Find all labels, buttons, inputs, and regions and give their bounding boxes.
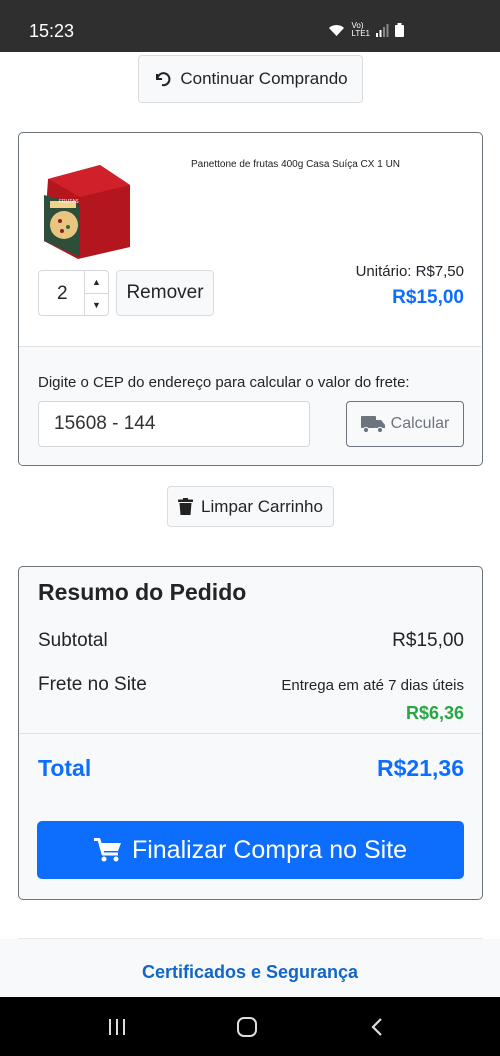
clear-cart-button[interactable]: Limpar Carrinho xyxy=(167,486,334,527)
calculate-label: Calcular xyxy=(390,415,450,432)
cart-item-card: FRUTAS Panettone de frutas 400g Casa Suí… xyxy=(18,132,483,466)
shipping-prompt: Digite o CEP do endereço para calcular o… xyxy=(38,374,410,391)
quantity-decrease-icon[interactable]: ▼ xyxy=(85,293,108,315)
remove-button[interactable]: Remover xyxy=(116,270,214,316)
status-bar: 15:23 Vo) LTE1 xyxy=(0,0,500,52)
continue-shopping-button[interactable]: Continuar Comprando xyxy=(138,55,363,103)
item-total-price: R$15,00 xyxy=(392,287,464,308)
undo-icon xyxy=(156,72,171,87)
back-icon[interactable] xyxy=(370,1017,384,1037)
cep-input[interactable]: 15608 - 144 xyxy=(38,401,310,447)
calculate-button[interactable]: Calcular xyxy=(346,401,464,447)
home-icon[interactable] xyxy=(236,1017,258,1037)
trash-icon xyxy=(178,498,194,515)
cart-icon xyxy=(93,838,121,862)
shipping-value: R$6,36 xyxy=(405,703,464,723)
truck-icon xyxy=(360,416,385,433)
recent-apps-icon[interactable] xyxy=(107,1017,127,1037)
clear-cart-label: Limpar Carrinho xyxy=(201,496,323,516)
delivery-note: Entrega em até 7 dias úteis xyxy=(281,677,464,694)
continue-shopping-label: Continuar Comprando xyxy=(180,69,348,88)
subtotal-label: Subtotal xyxy=(38,630,108,651)
remove-label: Remover xyxy=(126,282,204,303)
network-label: Vo) LTE1 xyxy=(351,21,370,38)
product-name[interactable]: Panettone de frutas 400g Casa Suíça CX 1… xyxy=(191,159,400,170)
shipping-label: Frete no Site xyxy=(38,674,147,695)
unit-price: Unitário: R$7,50 xyxy=(355,263,464,280)
total-value: R$21,36 xyxy=(377,755,464,781)
signal-icon xyxy=(376,23,389,37)
wifi-icon xyxy=(329,24,345,36)
subtotal-value: R$15,00 xyxy=(392,630,464,651)
cep-value: 15608 - 144 xyxy=(54,413,156,434)
quantity-value: 2 xyxy=(57,283,68,304)
shipping-section: Digite o CEP do endereço para calcular o… xyxy=(19,346,481,465)
summary-divider xyxy=(19,733,481,734)
quantity-increase-icon[interactable]: ▲ xyxy=(85,271,108,293)
footer-title[interactable]: Certificados e Segurança xyxy=(0,962,500,983)
total-label: Total xyxy=(38,755,92,781)
product-image xyxy=(44,165,130,259)
product-image-text: FRUTAS xyxy=(59,199,79,205)
quantity-arrows: ▲ ▼ xyxy=(84,271,108,315)
status-icons: Vo) LTE1 xyxy=(328,22,404,38)
quantity-stepper[interactable]: 2 ▲ ▼ xyxy=(38,270,109,316)
checkout-button[interactable]: Finalizar Compra no Site xyxy=(37,821,464,879)
status-time: 15:23 xyxy=(29,21,75,41)
summary-title: Resumo do Pedido xyxy=(38,579,247,605)
checkout-label: Finalizar Compra no Site xyxy=(131,835,408,864)
battery-icon xyxy=(395,23,404,37)
